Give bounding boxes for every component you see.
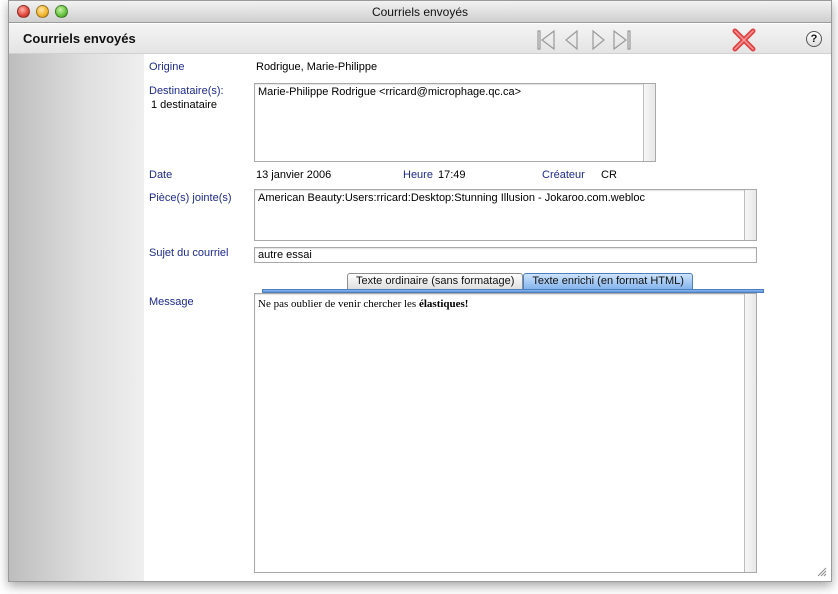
heure-label: Heure — [403, 169, 433, 181]
origine-label: Origine — [149, 61, 185, 73]
message-scrollbar[interactable] — [744, 294, 756, 572]
heure-value: 17:49 — [438, 169, 466, 181]
createur-label: Créateur — [542, 169, 585, 181]
tab-html-text[interactable]: Texte enrichi (en format HTML) — [523, 273, 693, 290]
message-text: Ne pas oublier de venir chercher les éla… — [258, 298, 468, 310]
destinataires-scrollbar[interactable] — [643, 84, 655, 161]
pieces-label: Pièce(s) jointe(s) — [149, 192, 232, 204]
destinataires-label: Destinataire(s): — [149, 85, 224, 97]
delete-x-icon[interactable] — [731, 27, 757, 53]
message-body[interactable]: Ne pas oublier de venir chercher les éla… — [254, 293, 757, 573]
sujet-label: Sujet du courriel — [149, 247, 229, 259]
destinataires-count: 1 destinataire — [151, 99, 218, 111]
tab-plain-text[interactable]: Texte ordinaire (sans formatage) — [347, 273, 524, 290]
main-window: Courriels envoyés Courriels envoyés ? Or… — [8, 0, 832, 582]
sidebar-gradient — [9, 24, 144, 581]
window-title: Courriels envoyés — [371, 5, 469, 19]
title-bar[interactable]: Courriels envoyés — [9, 1, 831, 23]
pieces-scrollbar[interactable] — [744, 190, 756, 240]
help-button[interactable]: ? — [806, 31, 822, 47]
resize-grip-icon[interactable] — [817, 567, 827, 577]
message-label: Message — [149, 296, 194, 308]
message-text-plain: Ne pas oublier de venir chercher les — [258, 298, 419, 310]
pieces-value: American Beauty:Users:rricard:Desktop:St… — [258, 192, 645, 204]
date-value: 13 janvier 2006 — [256, 169, 332, 181]
last-record-icon[interactable] — [611, 29, 633, 51]
destinataires-value: Marie-Philippe Rodrigue <rricard@microph… — [258, 86, 522, 98]
date-label: Date — [149, 169, 173, 181]
sujet-value: autre essai — [258, 249, 312, 261]
first-record-icon[interactable] — [535, 29, 557, 51]
createur-value: CR — [601, 169, 617, 181]
previous-record-icon[interactable] — [561, 29, 583, 51]
pieces-field[interactable]: American Beauty:Users:rricard:Desktop:St… — [254, 189, 757, 241]
origine-value: Rodrigue, Marie-Philippe — [256, 61, 378, 73]
destinataires-field[interactable]: Marie-Philippe Rodrigue <rricard@microph… — [254, 83, 656, 162]
format-tabs: Texte ordinaire (sans formatage) Texte e… — [347, 273, 693, 290]
next-record-icon[interactable] — [587, 29, 609, 51]
message-text-bold: élastiques! — [418, 298, 469, 310]
sujet-input[interactable]: autre essai — [254, 247, 757, 263]
page-title: Courriels envoyés — [23, 31, 136, 46]
